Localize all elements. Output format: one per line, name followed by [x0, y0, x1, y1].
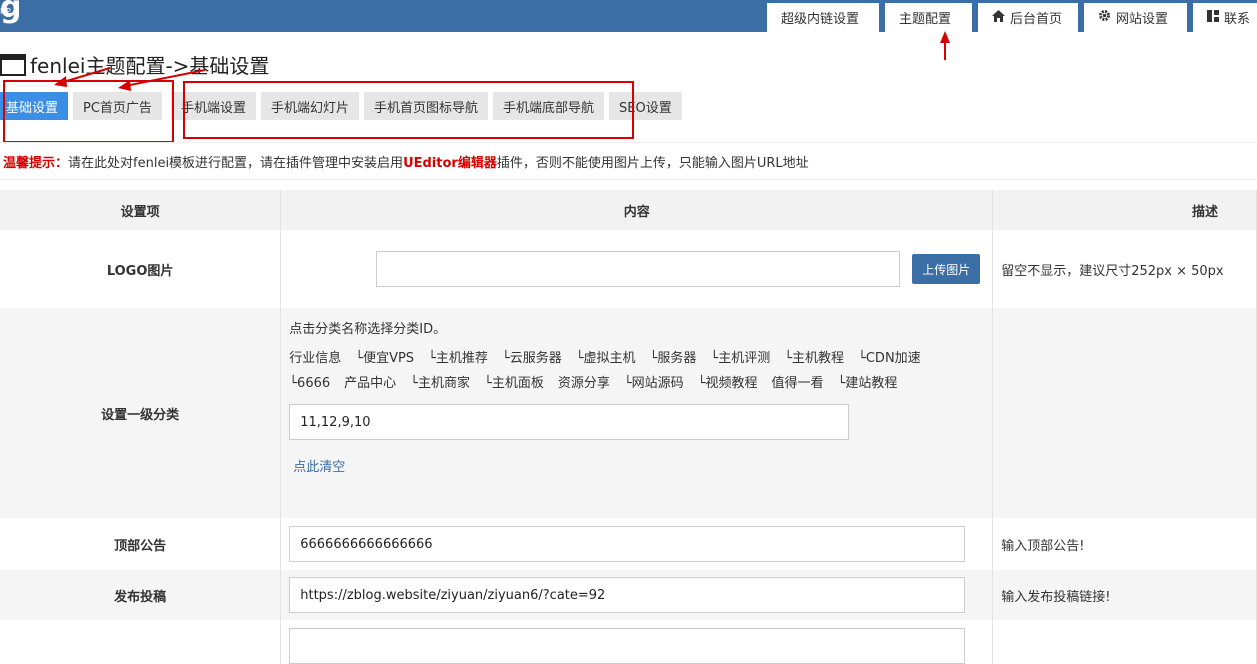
category-item[interactable]: └主机教程 — [784, 351, 844, 366]
category-item[interactable]: └便宜VPS — [355, 351, 414, 366]
category-desc — [992, 308, 1257, 518]
clear-link[interactable]: 点此清空 — [293, 456, 992, 475]
category-item[interactable]: └主机面板 — [484, 376, 544, 391]
category-item[interactable]: └主机评测 — [710, 351, 770, 366]
submit-desc: 输入发布投稿链接! — [992, 570, 1257, 620]
table-row: 设置一级分类 点击分类名称选择分类ID。 行业信息 └便宜VPS └主机推荐 └云服务… — [0, 308, 1257, 518]
category-content: 点击分类名称选择分类ID。 行业信息 └便宜VPS └主机推荐 └云服务器 └虚拟主机 └… — [280, 308, 994, 518]
logo-desc: 留空不显示，建议尺寸252px × 50px — [992, 230, 1257, 308]
tips-row: 温馨提示： 请在此处对fenlei模板进行配置，请在插件管理中安装启用 UEdi… — [0, 142, 1257, 180]
table-row: LOGO图片 上传图片 留空不显示，建议尺寸252px × 50px — [0, 230, 1257, 308]
category-item[interactable]: 产品中心 — [344, 376, 396, 391]
next-input[interactable] — [289, 628, 966, 664]
table-row: 发布投稿 https://zblog.website/ziyuan/ziyuan… — [0, 570, 1257, 620]
tips-text-after: 插件，否则不能使用图片上传，只能输入图片URL地址 — [496, 155, 809, 171]
upload-image-button[interactable]: 上传图片 — [912, 254, 981, 284]
row-label-logo: LOGO图片 — [0, 230, 282, 308]
category-input[interactable]: 11,12,9,10 — [289, 404, 850, 440]
category-item[interactable]: └云服务器 — [502, 351, 562, 366]
category-item[interactable]: 资源分享 — [558, 376, 610, 391]
category-item[interactable]: └服务器 — [650, 351, 697, 366]
notice-desc: 输入顶部公告! — [992, 518, 1257, 570]
category-item[interactable]: 行业信息 — [289, 351, 341, 366]
category-item[interactable]: └视频教程 — [698, 376, 758, 391]
header-desc: 描述 — [992, 190, 1257, 230]
row-label-empty — [0, 620, 282, 664]
table-row: 顶部公告 6666666666666666 输入顶部公告! — [0, 518, 1257, 570]
category-item[interactable]: └虚拟主机 — [576, 351, 636, 366]
settings-table: 设置项 内容 描述 LOGO图片 上传图片 留空不显示，建议尺寸252px × … — [0, 190, 1257, 664]
header-content: 内容 — [280, 190, 994, 230]
row-label-category: 设置一级分类 — [0, 308, 282, 518]
category-item[interactable]: └网站源码 — [624, 376, 684, 391]
category-item[interactable]: └主机推荐 — [428, 351, 488, 366]
category-item[interactable]: └CDN加速 — [858, 351, 921, 366]
category-item[interactable]: └主机商家 — [410, 376, 470, 391]
tips-label: 温馨提示： — [3, 155, 69, 171]
submit-input[interactable]: https://zblog.website/ziyuan/ziyuan6/?ca… — [289, 577, 966, 613]
tips-strong: UEditor编辑器 — [403, 155, 497, 171]
category-item[interactable]: └建站教程 — [838, 376, 898, 391]
category-item[interactable]: └6666 — [289, 376, 330, 391]
submit-content: https://zblog.website/ziyuan/ziyuan6/?ca… — [280, 570, 994, 620]
table-row — [0, 620, 1257, 664]
category-item[interactable]: 值得一看 — [772, 376, 824, 391]
row-label-submit: 发布投稿 — [0, 570, 282, 620]
annotation-arrows — [54, 31, 950, 91]
notice-content: 6666666666666666 — [280, 518, 994, 570]
logo-content: 上传图片 — [280, 230, 994, 308]
category-list: 行业信息 └便宜VPS └主机推荐 └云服务器 └虚拟主机 └服务器 └主机评测 └主机教程 └… — [289, 346, 969, 396]
header-setting: 设置项 — [0, 190, 282, 230]
row-label-notice: 顶部公告 — [0, 518, 282, 570]
table-header-row: 设置项 内容 描述 — [0, 190, 1257, 230]
next-content — [280, 620, 994, 664]
tips-text-before: 请在此处对fenlei模板进行配置，请在插件管理中安装启用 — [68, 155, 404, 171]
notice-input[interactable]: 6666666666666666 — [289, 526, 966, 562]
logo-input[interactable] — [376, 251, 901, 287]
category-hint: 点击分类名称选择分类ID。 — [289, 322, 447, 337]
next-desc — [992, 620, 1257, 664]
